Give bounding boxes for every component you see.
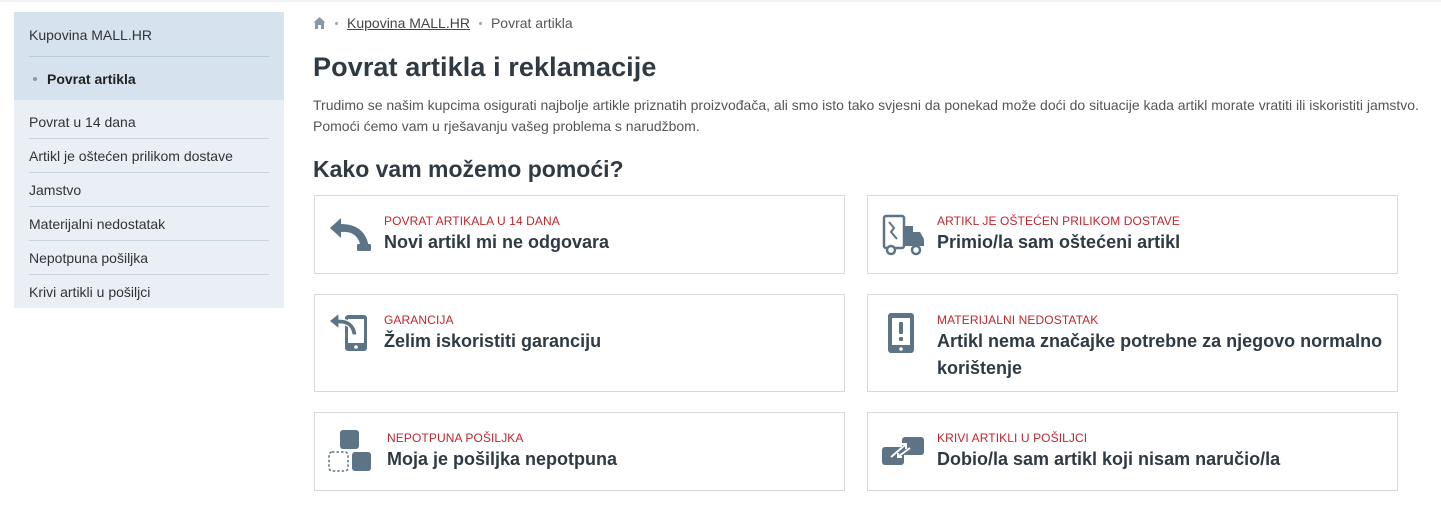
sidebar-item-krivi-artikli[interactable]: Krivi artikli u pošiljci xyxy=(29,275,269,308)
sidebar-active-item[interactable]: Povrat artikla xyxy=(29,57,269,100)
breadcrumb: Kupovina MALL.HR Povrat artikla xyxy=(313,14,573,32)
page-title: Povrat artikla i reklamacije xyxy=(313,52,657,82)
breadcrumb-current: Povrat artikla xyxy=(490,15,573,31)
sidebar-list: Povrat u 14 dana Artikl je oštećen prili… xyxy=(14,100,284,308)
card-garancija[interactable]: GARANCIJA Želim iskoristiti garanciju xyxy=(314,294,845,392)
card-category: NEPOTPUNA POŠILJKA xyxy=(387,431,524,445)
sidebar-header: Kupovina MALL.HR Povrat artikla xyxy=(14,12,284,100)
card-category: KRIVI ARTIKLI U POŠILJCI xyxy=(937,431,1088,445)
sidebar-root-link[interactable]: Kupovina MALL.HR xyxy=(29,12,269,57)
card-title: Želim iskoristiti garanciju xyxy=(384,331,602,351)
sidebar-item-ostecen-dostava[interactable]: Artikl je oštećen prilikom dostave xyxy=(29,139,269,173)
card-category: GARANCIJA xyxy=(384,313,454,327)
card-category: ARTIKL JE OŠTEĆEN PRILIKOM DOSTAVE xyxy=(937,214,1181,228)
card-ostecen-dostava[interactable]: ARTIKL JE OŠTEĆEN PRILIKOM DOSTAVE Primi… xyxy=(867,195,1398,274)
return-arrow-icon xyxy=(330,218,371,251)
sidebar-active-label: Povrat artikla xyxy=(47,71,136,87)
card-nepotpuna-posiljka[interactable]: NEPOTPUNA POŠILJKA Moja je pošiljka nepo… xyxy=(314,412,845,491)
sidebar-item-povrat-14-dana[interactable]: Povrat u 14 dana xyxy=(29,105,269,139)
sidebar: Kupovina MALL.HR Povrat artikla Povrat u… xyxy=(14,12,284,308)
phone-exclamation-icon xyxy=(888,313,914,353)
breadcrumb-link[interactable]: Kupovina MALL.HR xyxy=(347,15,470,31)
bullet-icon xyxy=(33,77,37,82)
card-materijalni-nedostatak[interactable]: MATERIJALNI NEDOSTATAK Artikl nema znača… xyxy=(867,294,1398,392)
sidebar-item-materijalni-nedostatak[interactable]: Materijalni nedostatak xyxy=(29,207,269,241)
card-krivi-artikli[interactable]: KRIVI ARTIKLI U POŠILJCI Dobio/la sam ar… xyxy=(867,412,1398,491)
damaged-delivery-truck-icon xyxy=(882,214,924,256)
card-title: Primio/la sam oštećeni artikl xyxy=(937,232,1181,252)
card-title: Novi artikl mi ne odgovara xyxy=(384,232,610,252)
missing-package-blocks-icon xyxy=(328,430,371,472)
section-subtitle: Kako vam možemo pomoći? xyxy=(313,156,624,182)
card-title: Moja je pošiljka nepotpuna xyxy=(387,449,618,469)
card-povrat-14-dana[interactable]: POVRAT ARTIKALA U 14 DANA Novi artikl mi… xyxy=(314,195,845,274)
phone-return-icon xyxy=(328,311,367,351)
card-title: Dobio/la sam artikl koji nisam naručio/l… xyxy=(937,449,1281,469)
top-border xyxy=(0,0,1441,2)
breadcrumb-separator xyxy=(335,21,338,25)
card-category: MATERIJALNI NEDOSTATAK xyxy=(937,313,1099,327)
card-category: POVRAT ARTIKALA U 14 DANA xyxy=(384,214,560,228)
swap-arrows-icon xyxy=(882,437,924,465)
breadcrumb-separator xyxy=(478,21,482,25)
sidebar-item-jamstvo[interactable]: Jamstvo xyxy=(29,173,269,207)
home-icon[interactable] xyxy=(313,16,326,30)
sidebar-item-nepotpuna-posiljka[interactable]: Nepotpuna pošiljka xyxy=(29,241,269,275)
page-intro: Trudimo se našim kupcima osigurati najbo… xyxy=(313,97,1419,134)
card-title: Artikl nema značajke potrebne za njegovo… xyxy=(937,331,1383,378)
